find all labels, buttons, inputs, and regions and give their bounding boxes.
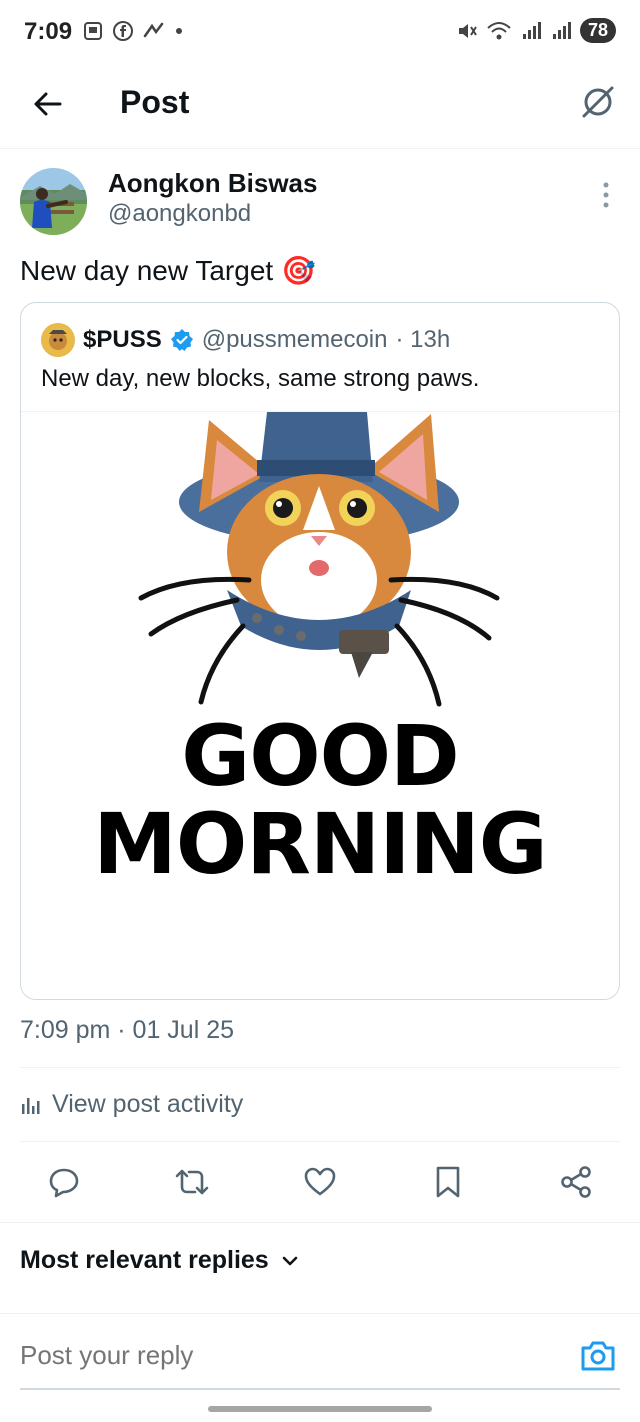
wifi-icon bbox=[487, 21, 511, 39]
reply-input-underline bbox=[20, 1388, 620, 1390]
quoted-age: · 13h bbox=[395, 326, 451, 353]
like-button[interactable] bbox=[300, 1162, 340, 1202]
replies-sort-label: Most relevant replies bbox=[20, 1246, 269, 1274]
author-avatar[interactable] bbox=[20, 168, 87, 235]
action-bar bbox=[0, 1156, 640, 1212]
good-morning-text: GOOD MORNING bbox=[21, 712, 619, 888]
notification-icons bbox=[82, 20, 184, 42]
view-post-activity-link[interactable]: View post activity bbox=[20, 1090, 243, 1119]
like-icon bbox=[304, 1167, 336, 1196]
image-text-line2: MORNING bbox=[93, 795, 547, 893]
reply-button[interactable] bbox=[44, 1162, 84, 1202]
quoted-post-header: $PUSS @pussmemecoin · 13h bbox=[41, 323, 450, 357]
quoted-name: $PUSS bbox=[83, 326, 162, 353]
quoted-handle: @pussmemecoin bbox=[201, 326, 388, 353]
chevron-down-icon bbox=[282, 1256, 298, 1265]
cat-illustration bbox=[138, 412, 500, 707]
author-handle[interactable]: @aongkonbd bbox=[108, 200, 251, 228]
view-post-activity-label: View post activity bbox=[52, 1090, 244, 1118]
camera-button[interactable] bbox=[578, 1336, 618, 1376]
grok-button[interactable] bbox=[578, 82, 618, 122]
reply-input[interactable] bbox=[20, 1340, 560, 1371]
camera-icon bbox=[581, 1341, 615, 1371]
grok-icon bbox=[582, 86, 614, 118]
quoted-post-card[interactable]: $PUSS @pussmemecoin · 13h New day, new b… bbox=[20, 302, 620, 1000]
battery-indicator: 78 bbox=[579, 18, 616, 43]
more-options-button[interactable] bbox=[598, 180, 614, 210]
top-app-bar: Post bbox=[0, 64, 640, 149]
divider bbox=[0, 1313, 640, 1314]
share-icon bbox=[561, 1166, 591, 1198]
facebook-icon bbox=[113, 21, 133, 41]
post-text: New day new Target 🎯 bbox=[20, 254, 316, 287]
quoted-media-image[interactable]: GOOD MORNING bbox=[21, 411, 619, 999]
back-button[interactable] bbox=[28, 84, 68, 124]
status-time: 7:09 bbox=[24, 18, 73, 45]
divider bbox=[20, 1141, 620, 1142]
author-name[interactable]: Aongkon Biswas bbox=[108, 168, 317, 199]
image-text-line1: GOOD bbox=[181, 707, 460, 805]
system-icons: 78 bbox=[456, 18, 616, 43]
reply-icon bbox=[49, 1168, 79, 1198]
quoted-text: New day, new blocks, same strong paws. bbox=[41, 365, 480, 392]
post-timestamp: 7:09 pm · 01 Jul 25 bbox=[20, 1016, 235, 1044]
home-gesture-bar[interactable] bbox=[208, 1406, 432, 1412]
signal-icon-2 bbox=[552, 21, 571, 39]
verified-badge-icon bbox=[170, 329, 193, 351]
analytics-icon bbox=[22, 1097, 40, 1114]
puss-avatar-icon bbox=[42, 324, 74, 356]
back-arrow-icon bbox=[34, 92, 62, 116]
target-emoji: 🎯 bbox=[280, 255, 316, 286]
bookmark-button[interactable] bbox=[428, 1162, 468, 1202]
divider bbox=[0, 1222, 640, 1223]
mute-icon bbox=[458, 23, 477, 38]
quoted-avatar bbox=[41, 323, 75, 357]
replies-sort-selector[interactable]: Most relevant replies bbox=[20, 1246, 299, 1275]
more-vertical-icon bbox=[603, 182, 609, 208]
divider bbox=[20, 1067, 620, 1068]
repost-button[interactable] bbox=[172, 1162, 212, 1202]
signal-icon-1 bbox=[522, 21, 541, 39]
share-button[interactable] bbox=[556, 1162, 596, 1202]
status-bar: 7:09 78 bbox=[0, 0, 640, 64]
post-text-content: New day new Target bbox=[20, 255, 274, 286]
dot-icon bbox=[176, 28, 182, 34]
app-notification-icon bbox=[143, 22, 164, 38]
page-title: Post bbox=[120, 84, 190, 120]
avatar-image bbox=[20, 168, 87, 235]
repost-icon bbox=[175, 1169, 209, 1195]
bookmark-icon bbox=[436, 1166, 460, 1198]
screenshot-icon bbox=[84, 22, 102, 40]
